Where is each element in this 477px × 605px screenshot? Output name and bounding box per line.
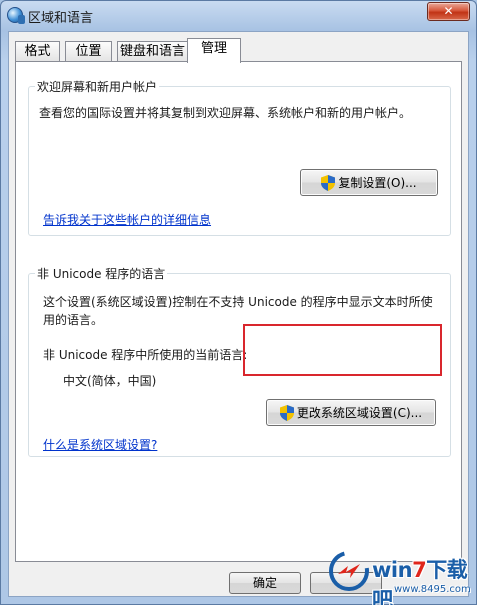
tab-formats[interactable]: 格式 <box>15 41 60 62</box>
uac-shield-icon <box>321 174 336 191</box>
non-unicode-description-line2: 用的语言。 <box>43 313 104 327</box>
uac-shield-icon <box>279 404 294 421</box>
tab-panel-administrative: 欢迎屏幕和新用户帐户 查看您的国际设置并将其复制到欢迎屏幕、系统帐户和新的用户帐… <box>15 61 462 562</box>
watermark-logo-icon <box>329 551 369 591</box>
change-system-locale-label: 更改系统区域设置(C)... <box>296 406 423 420</box>
non-unicode-description-line1: 这个设置(系统区域设置)控制在不支持 Unicode 的程序中显示文本时所使 <box>43 295 433 309</box>
current-language-label: 非 Unicode 程序中所使用的当前语言: <box>43 348 248 362</box>
window-title: 区域和语言 <box>28 11 94 26</box>
dialog-client: 格式 位置 键盘和语言 管理 欢迎屏幕和新用户帐户 查看您的国际设置并将其复制到… <box>8 31 469 597</box>
copy-settings-label: 复制设置(O)... <box>338 176 417 190</box>
current-language-value: 中文(简体，中国) <box>63 374 157 388</box>
welcome-description: 查看您的国际设置并将其复制到欢迎屏幕、系统帐户和新的用户帐户。 <box>39 106 412 120</box>
copy-settings-button[interactable]: 复制设置(O)... <box>300 169 438 196</box>
group-title-welcome: 欢迎屏幕和新用户帐户 <box>35 78 160 95</box>
site-watermark: win7下载吧 www.8495.com <box>316 544 476 605</box>
title-bar[interactable]: 区域和语言 ✕ <box>1 1 476 31</box>
group-title-non-unicode: 非 Unicode 程序的语言 <box>35 265 168 282</box>
welcome-screen-group: 欢迎屏幕和新用户帐户 查看您的国际设置并将其复制到欢迎屏幕、系统帐户和新的用户帐… <box>28 78 451 236</box>
change-system-locale-button[interactable]: 更改系统区域设置(C)... <box>266 399 436 426</box>
close-button[interactable]: ✕ <box>427 2 470 21</box>
tab-keyboards-languages[interactable]: 键盘和语言 <box>117 41 188 62</box>
what-is-system-locale-link[interactable]: 什么是系统区域设置? <box>43 436 157 453</box>
globe-icon <box>7 7 25 24</box>
watermark-brand: win7下载吧 <box>372 558 468 605</box>
tab-administrative[interactable]: 管理 <box>187 38 241 63</box>
ok-button[interactable]: 确定 <box>229 572 301 594</box>
dialog-window: 区域和语言 ✕ 格式 位置 键盘和语言 管理 欢迎屏幕和新用户帐户 查看您的国际… <box>0 0 477 605</box>
tab-location[interactable]: 位置 <box>65 41 112 62</box>
accounts-details-link[interactable]: 告诉我关于这些帐户的详细信息 <box>43 211 211 228</box>
highlight-annotation <box>243 324 442 376</box>
watermark-url: www.8495.com <box>394 584 471 595</box>
